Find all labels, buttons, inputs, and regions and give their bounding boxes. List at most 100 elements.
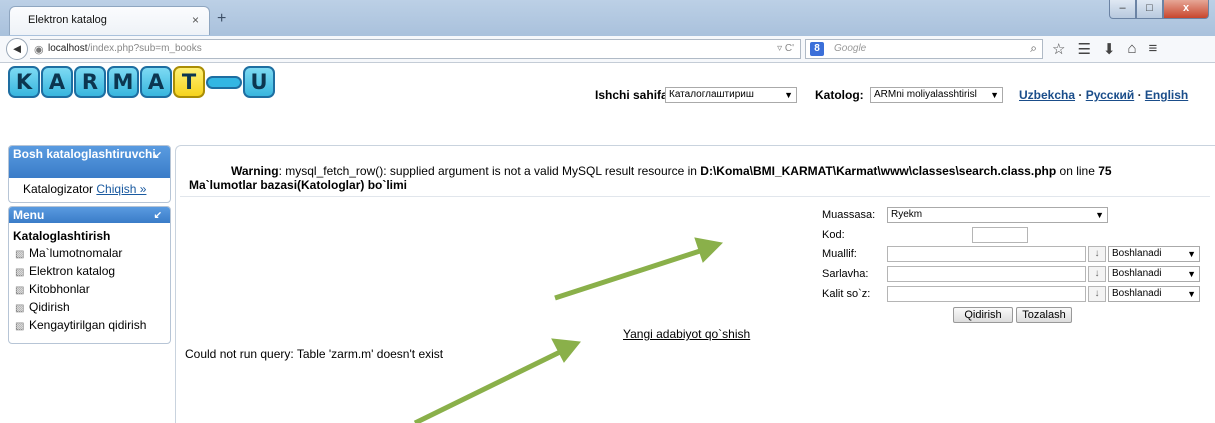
kalit-down-button[interactable]: ↓ xyxy=(1088,286,1106,302)
clear-button[interactable]: Tozalash xyxy=(1016,307,1072,323)
logo-letter: R xyxy=(74,66,106,98)
kalit-input[interactable] xyxy=(887,286,1086,302)
search-button[interactable]: Qidirish xyxy=(953,307,1013,323)
reload-icon[interactable]: ▿ C' xyxy=(777,43,794,54)
google-icon: 8 xyxy=(810,42,824,56)
tab-close-icon[interactable]: × xyxy=(192,13,199,27)
muassasa-value: Ryekm xyxy=(891,209,923,220)
search-icon[interactable]: ⌕ xyxy=(1030,41,1037,56)
user-line: Katalogizator Chiqish » xyxy=(9,178,170,196)
menu-item-label: Kitobhonlar xyxy=(29,282,90,296)
search-bar[interactable]: 8 Google ⌕ xyxy=(805,39,1043,59)
warning-prefix: Warning xyxy=(231,164,279,178)
muallif-label: Muallif: xyxy=(822,248,857,260)
toolbar-icons: ☆ ☰ ⬇ ⌂ ≡ xyxy=(1052,40,1157,58)
chevron-down-icon: ▼ xyxy=(1187,249,1196,259)
kalit-mode-select[interactable]: Boshlanadi ▼ xyxy=(1108,286,1200,302)
add-new-literature-link[interactable]: Yangi adabiyot qo`shish xyxy=(623,327,750,341)
ishchi-select[interactable]: Каталоглаштириш ▼ xyxy=(665,87,797,103)
collapse-icon[interactable]: ↙ xyxy=(154,149,162,162)
warning-online: on line xyxy=(1056,164,1099,178)
mode-value: Boshlanadi xyxy=(1112,288,1162,299)
menu-item-kitobhonlar[interactable]: ▧ Kitobhonlar xyxy=(9,280,170,298)
logo-letter: A xyxy=(140,66,172,98)
chevron-down-icon: ▼ xyxy=(1187,289,1196,299)
window-controls: – □ x xyxy=(1109,0,1209,20)
menu-icon[interactable]: ≡ xyxy=(1149,40,1158,58)
katalog-select[interactable]: ARMni moliyalasshtirisl ▼ xyxy=(870,87,1003,103)
warning-line: 75 xyxy=(1098,164,1112,178)
sarlavha-down-button[interactable]: ↓ xyxy=(1088,266,1106,282)
karmat-logo: K A R M A T U xyxy=(8,66,275,98)
logo-letter: K xyxy=(8,66,40,98)
sarlavha-mode-select[interactable]: Boshlanadi ▼ xyxy=(1108,266,1200,282)
back-button[interactable]: ◄ xyxy=(6,38,28,60)
user-panel-title: Bosh kataloglashtiruvchi xyxy=(13,147,156,161)
muallif-down-button[interactable]: ↓ xyxy=(1088,246,1106,262)
logout-link[interactable]: Chiqish » xyxy=(96,182,146,196)
chevron-down-icon: ▼ xyxy=(1187,269,1196,279)
lang-separator: · xyxy=(1137,88,1142,102)
katalog-value: ARMni moliyalasshtirisl xyxy=(874,89,977,100)
new-tab-button[interactable]: + xyxy=(217,10,226,28)
chevron-down-icon: ▼ xyxy=(990,90,999,100)
chevron-down-icon: ▼ xyxy=(1095,210,1104,220)
katalog-label: Katolog: xyxy=(815,88,864,102)
warning-text: : mysql_fetch_row(): supplied argument i… xyxy=(278,164,701,178)
book-icon: ▧ xyxy=(15,285,25,296)
muallif-mode-select[interactable]: Boshlanadi ▼ xyxy=(1108,246,1200,262)
language-links: Uzbekcha · Русский · English xyxy=(1019,88,1188,102)
home-icon[interactable]: ⌂ xyxy=(1127,40,1136,58)
mode-value: Boshlanadi xyxy=(1112,248,1162,259)
sarlavha-label: Sarlavha: xyxy=(822,268,869,280)
search-placeholder: Google xyxy=(834,43,867,54)
menu-item-qidirish[interactable]: ▧ Qidirish xyxy=(9,298,170,316)
menu-panel: Menu ↙ Kataloglashtirish ▧ Ma`lumotnomala… xyxy=(8,206,171,344)
menu-title: Menu xyxy=(13,208,45,222)
lang-russian-link[interactable]: Русский xyxy=(1086,88,1135,102)
book-icon: ▧ xyxy=(15,267,25,278)
downloads-icon[interactable]: ⬇ xyxy=(1103,40,1116,58)
menu-item-label: Elektron katalog xyxy=(29,264,116,278)
muallif-input[interactable] xyxy=(887,246,1086,262)
php-warning: Warning: mysql_fetch_row(): supplied arg… xyxy=(231,164,1112,178)
close-window-button[interactable]: x xyxy=(1163,0,1209,19)
divider xyxy=(180,196,1210,197)
sarlavha-input[interactable] xyxy=(887,266,1086,282)
maximize-button[interactable]: □ xyxy=(1136,0,1163,19)
book-icon: ▧ xyxy=(15,321,25,332)
query-error: Could not run query: Table 'zarm.m' does… xyxy=(185,347,444,361)
kod-input[interactable] xyxy=(972,227,1028,243)
browser-tab[interactable]: Elektron katalog × xyxy=(9,6,210,35)
menu-item-malumotnomalar[interactable]: ▧ Ma`lumotnomalar xyxy=(9,244,170,262)
menu-header: Menu ↙ xyxy=(9,207,170,223)
lang-uzbek-link[interactable]: Uzbekcha xyxy=(1019,88,1075,102)
bookmarks-menu-icon[interactable]: ☰ xyxy=(1077,40,1090,58)
user-panel: Bosh kataloglashtiruvchi ↙ Katalogizator… xyxy=(8,145,171,203)
ishchi-value: Каталоглаштириш xyxy=(669,89,754,100)
menu-item-label: Ma`lumotnomalar xyxy=(29,246,123,260)
book-icon: ▧ xyxy=(15,303,25,314)
book-icon: ▧ xyxy=(15,249,25,260)
minimize-button[interactable]: – xyxy=(1109,0,1136,19)
menu-section-title: Kataloglashtirish xyxy=(13,229,111,243)
browser-nav-bar: ◄ ◉ localhost/index.php?sub=m_books ▿ C'… xyxy=(0,36,1215,63)
menu-item-kengaytirilgan-qidirish[interactable]: ▧ Kengaytirilgan qidirish xyxy=(9,316,170,334)
ishchi-label: Ishchi sahifa: xyxy=(595,88,672,102)
logo-letter: A xyxy=(41,66,73,98)
bookmark-star-icon[interactable]: ☆ xyxy=(1052,40,1065,58)
menu-item-elektron-katalog[interactable]: ▧ Elektron katalog xyxy=(9,262,170,280)
collapse-icon[interactable]: ↙ xyxy=(154,210,162,222)
muassasa-select[interactable]: Ryekm ▼ xyxy=(887,207,1108,223)
tab-title: Elektron katalog xyxy=(28,14,107,26)
user-panel-header: Bosh kataloglashtiruvchi ↙ xyxy=(9,146,170,178)
lang-english-link[interactable]: English xyxy=(1145,88,1188,102)
muassasa-label: Muassasa: xyxy=(822,209,876,221)
warning-path: D:\Koma\BMI_KARMAT\Karmat\www\classes\se… xyxy=(700,164,1057,178)
username: Katalogizator xyxy=(23,182,94,196)
address-bar[interactable]: ◉ localhost/index.php?sub=m_books ▿ C' xyxy=(30,39,801,59)
kalit-label: Kalit so`z: xyxy=(822,288,871,300)
logo-dash xyxy=(206,76,242,89)
url-path: /index.php?sub=m_books xyxy=(87,43,202,54)
logo-letter: T xyxy=(173,66,205,98)
